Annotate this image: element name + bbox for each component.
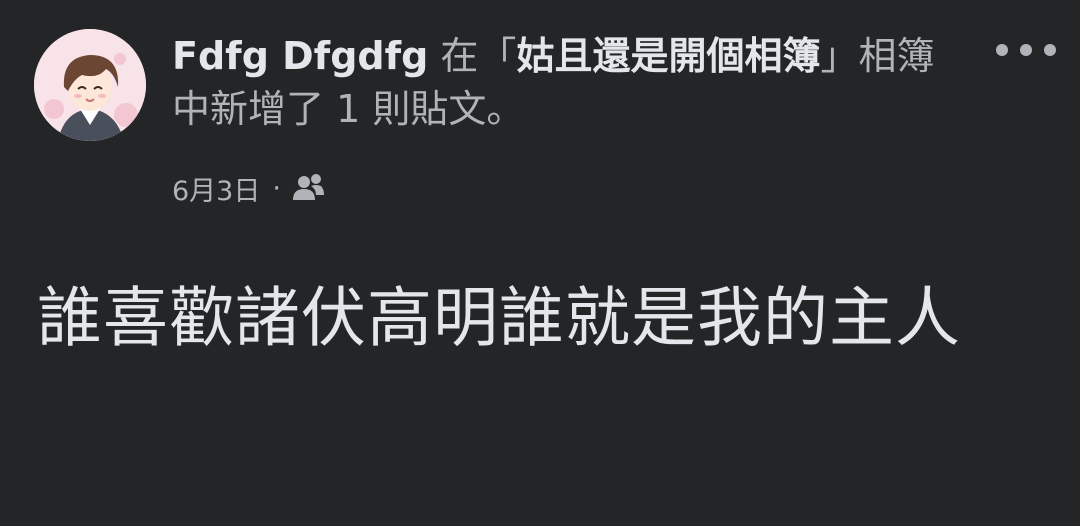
post-card: Fdfg Dfgdfg 在「姑且還是開個相簿」相簿中新增了 1 則貼文。 6月3…: [0, 0, 1080, 526]
avatar[interactable]: [34, 29, 146, 141]
avatar-illustration: [34, 29, 146, 141]
more-options-button[interactable]: [996, 34, 1056, 66]
more-options-icon-dot-1: [996, 44, 1008, 56]
post-header: Fdfg Dfgdfg 在「姑且還是開個相簿」相簿中新增了 1 則貼文。: [172, 30, 952, 136]
post-date[interactable]: 6月3日: [172, 169, 260, 208]
more-options-icon-dot-3: [1044, 44, 1056, 56]
post-meta: 6月3日 ·: [172, 168, 325, 208]
album-link[interactable]: 姑且還是開個相簿: [516, 34, 820, 78]
friends-icon[interactable]: [291, 173, 325, 203]
more-options-icon-dot-2: [1020, 44, 1032, 56]
author-name[interactable]: Fdfg Dfgdfg: [172, 34, 428, 78]
action-prefix: 在「: [428, 34, 517, 78]
meta-separator: ·: [272, 172, 281, 204]
post-body-text: 誰喜歡諸伏高明誰就是我的主人: [37, 281, 962, 356]
